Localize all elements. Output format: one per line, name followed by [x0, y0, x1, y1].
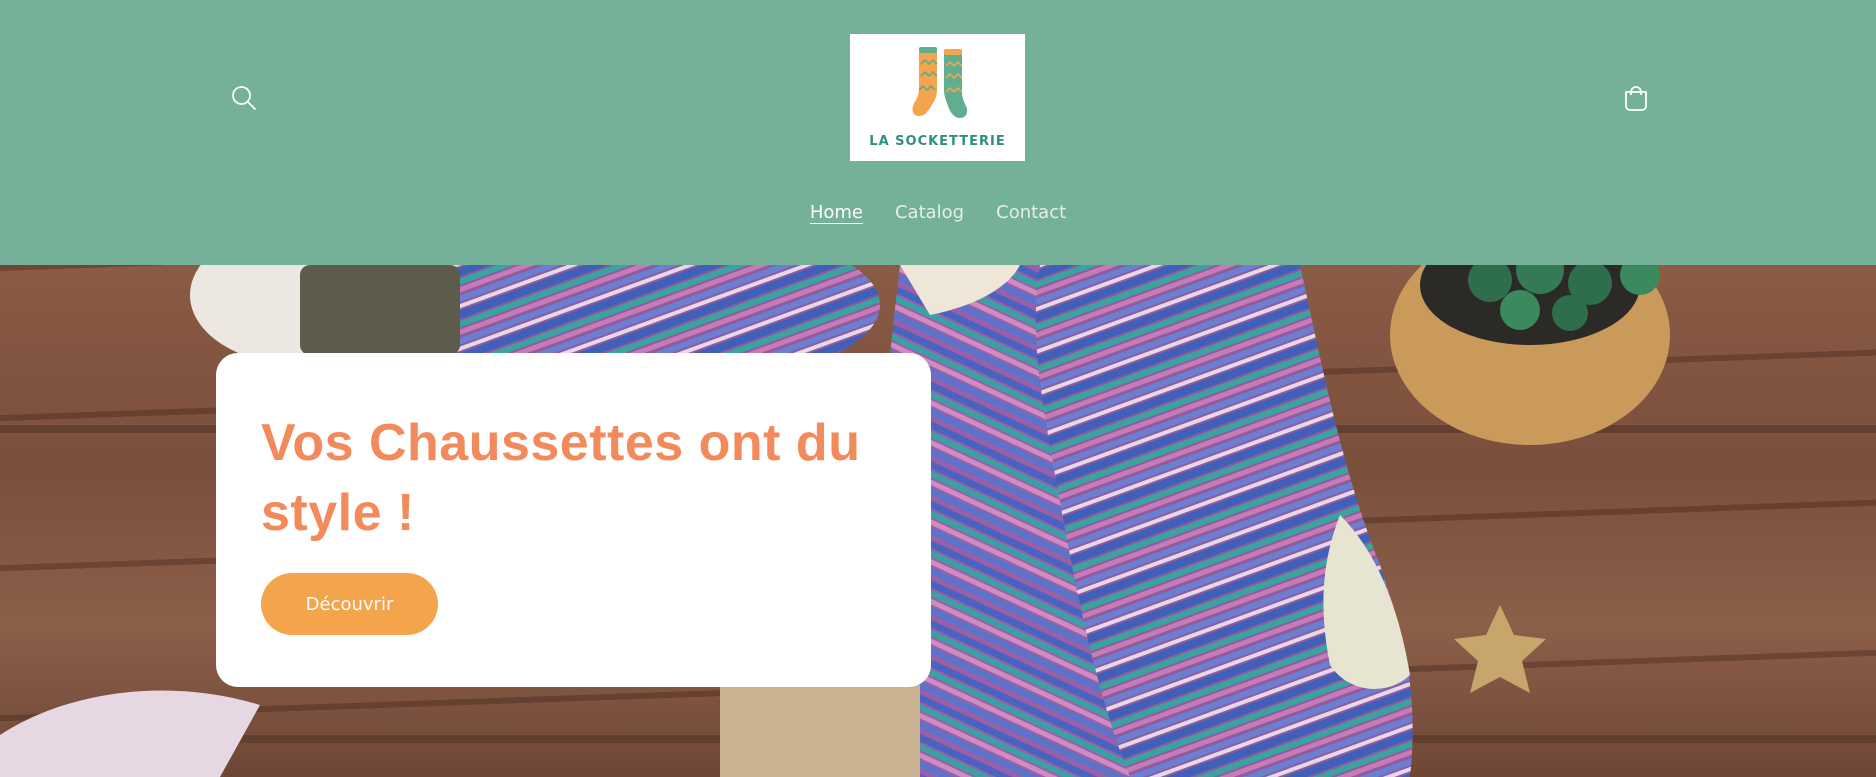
cart-button[interactable] — [1616, 78, 1656, 118]
cart-icon — [1625, 86, 1647, 111]
logo-text: LA SOCKETTERIE — [869, 134, 1006, 149]
nav-item-contact[interactable]: Contact — [996, 198, 1066, 227]
hero-headline: Vos Chaussettes ont du style ! — [261, 414, 861, 542]
main-nav: Home Catalog Contact — [0, 198, 1876, 227]
nav-item-home[interactable]: Home — [810, 198, 863, 227]
nav-item-catalog[interactable]: Catalog — [895, 198, 964, 227]
site-header: LA SOCKETTERIE Home Catalog Contact — [0, 0, 1876, 265]
discover-button[interactable]: Découvrir — [261, 573, 438, 635]
hero-card: Vos Chaussettes ont du style ! Découvrir — [216, 353, 931, 687]
hero-banner: Vos Chaussettes ont du style ! Découvrir — [0, 265, 1876, 777]
socks-logo-icon — [912, 47, 968, 118]
search-icon — [232, 86, 256, 110]
search-button[interactable] — [224, 78, 264, 118]
store-logo[interactable]: LA SOCKETTERIE — [850, 34, 1025, 161]
